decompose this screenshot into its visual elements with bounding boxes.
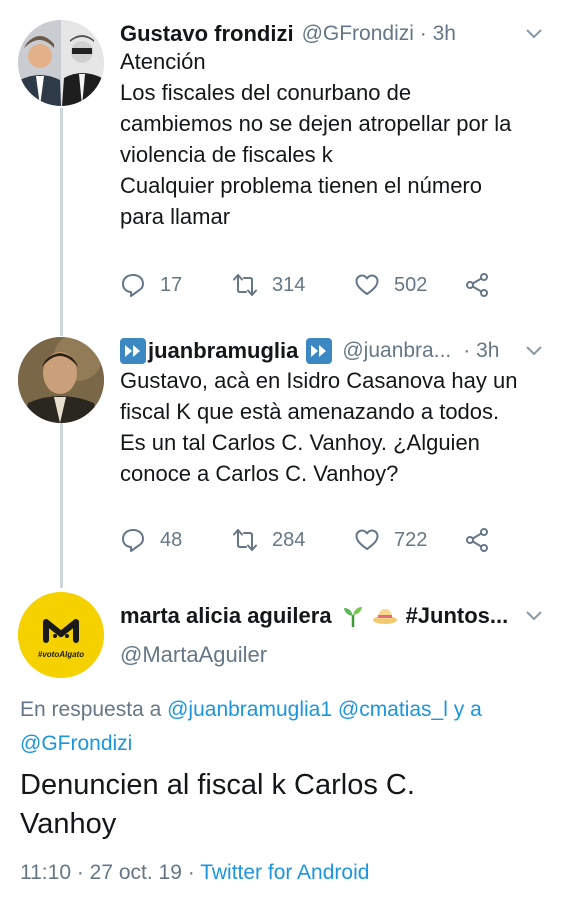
share-icon [466,528,488,552]
like-button[interactable]: 722 [354,527,464,553]
retweet-button[interactable]: 284 [232,527,354,553]
tweet-line: Los fiscales del conurbano de [120,80,412,105]
reply-and: y a [453,698,482,721]
reply-context: En respuesta a @juanbramuglia1 @cmatias_… [20,693,482,761]
share-button[interactable] [464,272,490,298]
avatar[interactable]: #votoAlgato [18,592,104,678]
tweet-line: Atención [120,49,206,74]
hashtag[interactable]: #Juntos... [406,603,509,629]
chevron-down-icon[interactable] [525,24,543,42]
cat-logo-icon [18,592,104,678]
reply-icon [122,529,144,552]
tweet-actions: 48 284 722 [120,525,490,555]
share-button[interactable] [464,527,490,553]
main-tweet-text: Denuncien al fiscal k Carlos C. Vanhoy [20,766,415,844]
seedling-icon [342,604,364,628]
tweet-line: para llamar [120,204,231,229]
tweet-line: Cualquier problema tienen el número [120,173,482,198]
display-name[interactable]: juanbramuglia [148,338,298,364]
handle-time: @GFrondizi · 3h [301,22,456,45]
fast-forward-icon [120,338,146,364]
mention-link[interactable]: @juanbramuglia1 [167,698,332,721]
avatar-photo [18,20,104,106]
mention-link[interactable]: @GFrondizi [20,732,132,755]
handle[interactable]: @MartaAguiler [120,642,267,668]
tweet-actions: 17 314 502 [120,270,490,300]
like-icon [355,274,379,295]
like-button[interactable]: 502 [354,272,464,298]
retweet-count: 284 [272,528,306,551]
reply-icon [122,274,144,297]
retweet-button[interactable]: 314 [232,272,354,298]
hat-emoji-icon [372,604,398,628]
chevron-down-icon[interactable] [525,606,543,624]
tweet-juanbramuglia[interactable]: juanbramuglia @juanbra... · 3h Gustavo, … [0,333,565,583]
retweet-icon [233,529,257,551]
tweet-meta: 11:10 · 27 oct. 19 · Twitter for Android [20,861,369,885]
mention-link[interactable]: @cmatias_l [338,698,448,721]
reply-prefix: En respuesta a [20,698,162,721]
reply-button[interactable]: 48 [120,527,232,553]
avatar-caption: #votoAlgato [37,650,85,659]
tweet-line: Vanhoy [20,808,117,840]
tweet-text: Gustavo, acà en Isidro Casanova hay un f… [120,365,545,489]
reply-button[interactable]: 17 [120,272,232,298]
tweet-line: Denuncien al fiscal k Carlos C. [20,769,415,801]
like-count: 722 [394,528,428,551]
tweet-line: conoce a Carlos C. Vanhoy? [120,461,399,486]
tweet-line: fiscal K que està amenazando a todos. [120,399,500,424]
handle: @juanbra... [342,339,452,362]
retweet-icon [233,274,257,296]
timestamp[interactable]: 11:10 · 27 oct. 19 · [20,861,195,884]
like-icon [355,529,379,550]
avatar[interactable] [18,20,104,106]
tweet-gfrondizi[interactable]: Gustavo frondizi @GFrondizi · 3h Atenció… [0,14,565,314]
tweet-time: · 3h [463,339,500,362]
chevron-down-icon[interactable] [525,341,543,359]
fast-forward-icon [306,338,333,364]
display-name[interactable]: Gustavo frondizi [120,21,294,47]
tweet-line: Gustavo, acà en Isidro Casanova hay un [120,368,518,393]
tweet-line: violencia de fiscales k [120,142,333,167]
avatar-photo [18,337,104,423]
reply-count: 17 [160,273,183,296]
tweet-line: cambiemos no se dejen atropellar por la [120,111,512,136]
avatar[interactable] [18,337,104,423]
source-link[interactable]: Twitter for Android [200,861,369,884]
display-name[interactable]: marta alicia aguilera [120,603,332,629]
tweet-text: Atención Los fiscales del conurbano de c… [120,46,545,232]
share-icon [466,273,488,297]
retweet-count: 314 [272,273,306,296]
tweet-line: Es un tal Carlos C. Vanhoy. ¿Alguien [120,430,480,455]
like-count: 502 [394,273,428,296]
reply-count: 48 [160,528,183,551]
